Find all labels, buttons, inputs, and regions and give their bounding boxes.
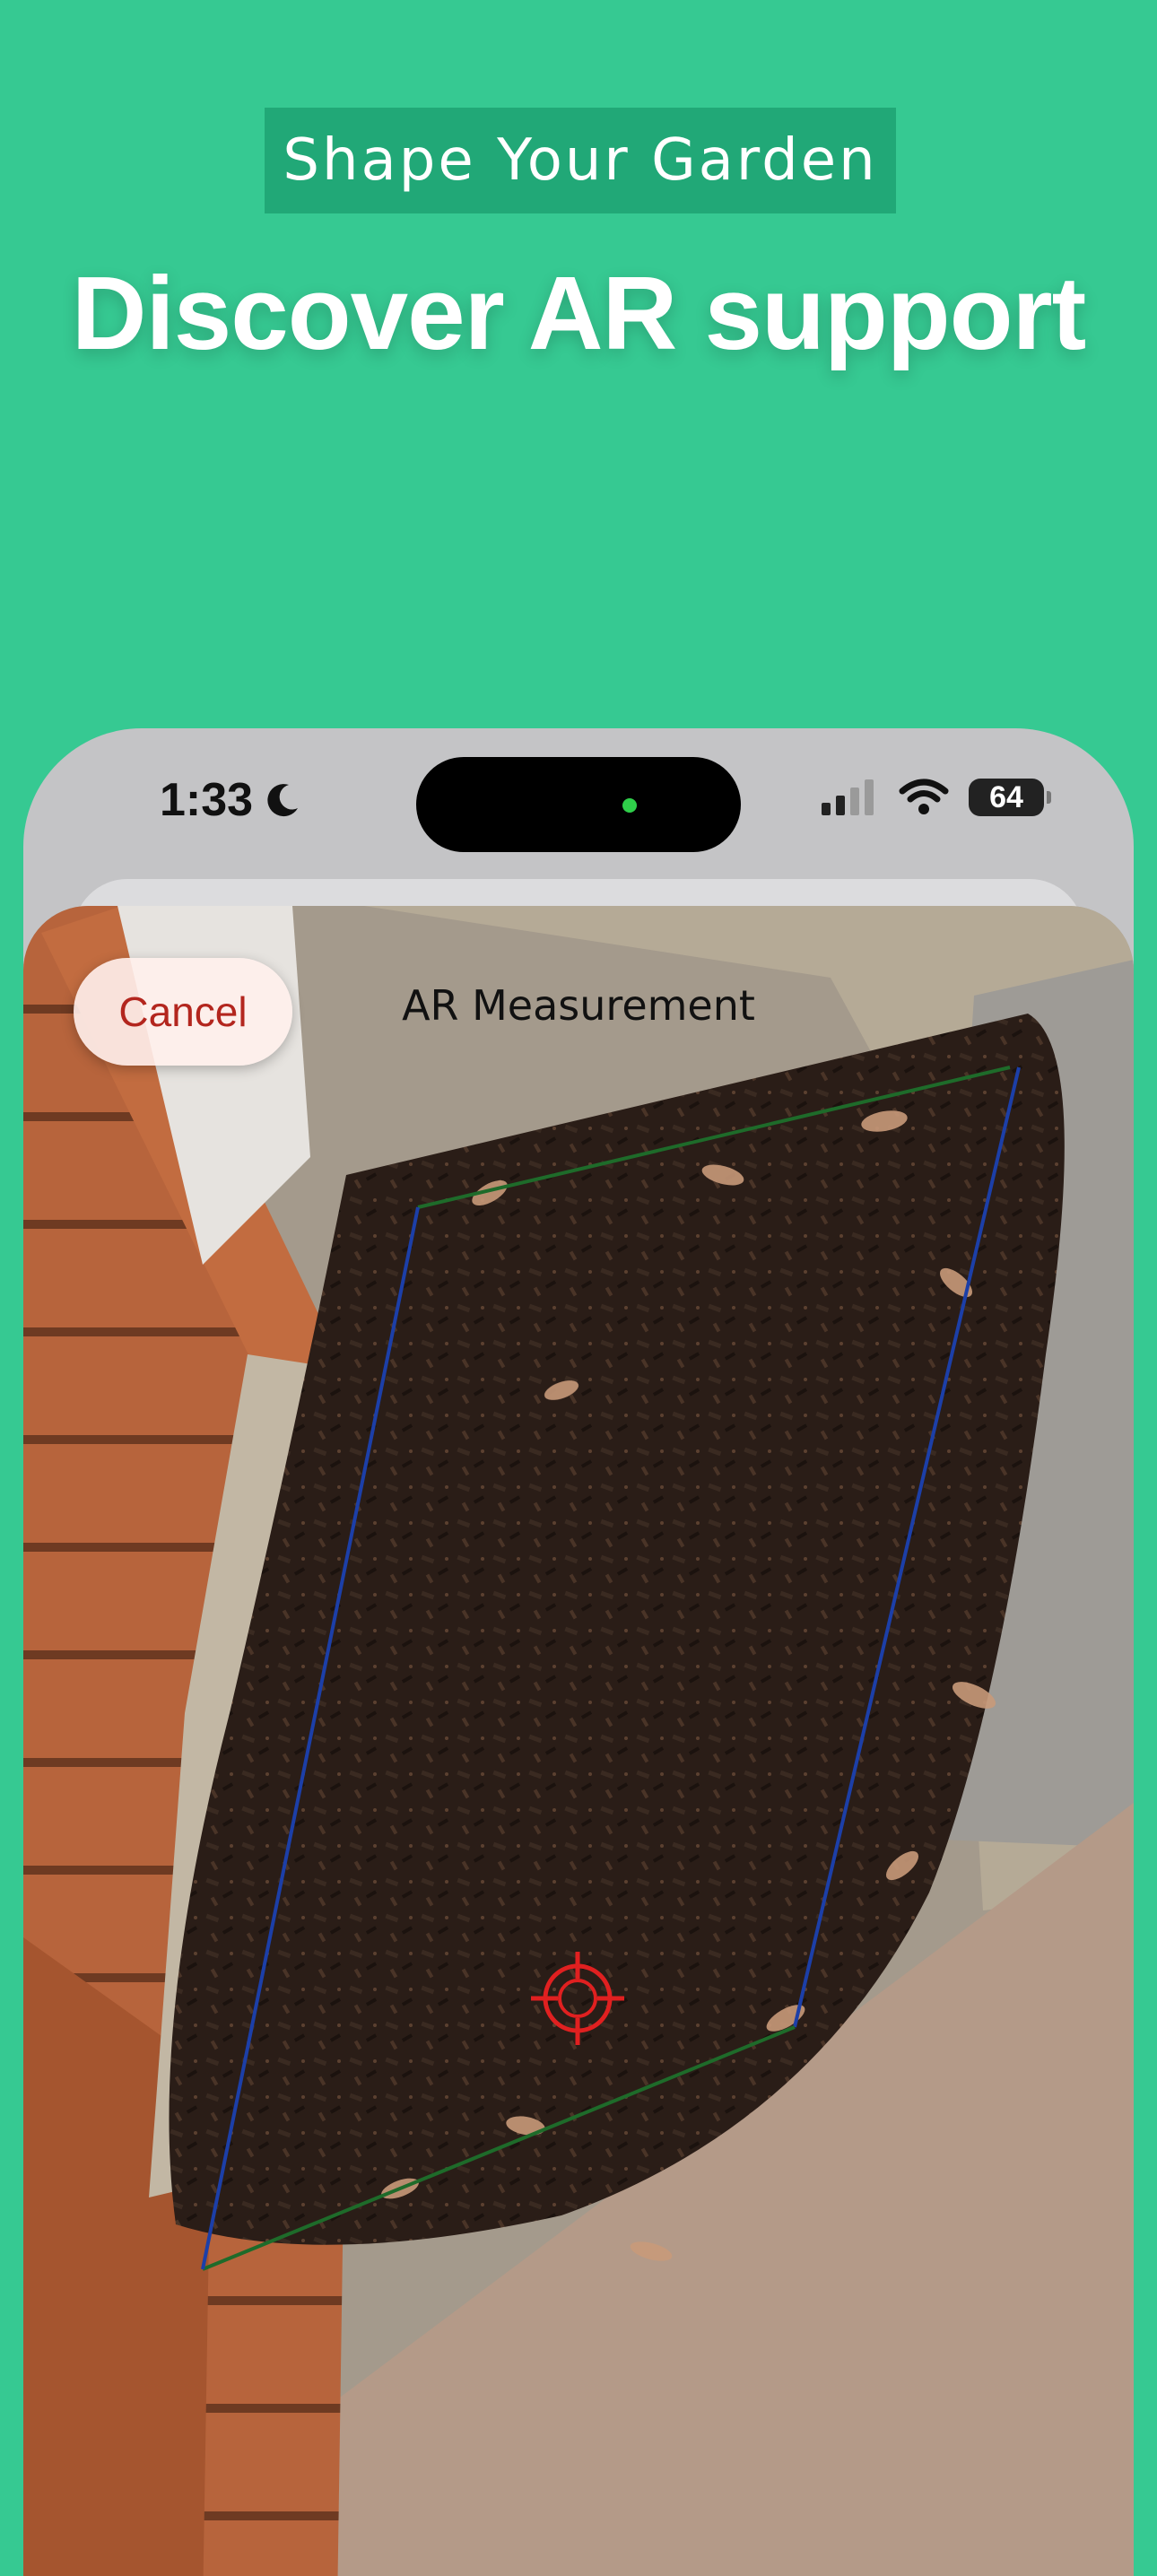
headline: Discover AR support [71,255,1086,371]
status-time: 1:33 [160,774,254,826]
ar-screen-title: AR Measurement [402,981,755,1030]
status-time-group: 1:33 [160,773,303,827]
phone-mockup: 1:33 64 Cancel AR Measurement [23,728,1134,2576]
ar-camera-view[interactable] [23,906,1134,2576]
cellular-signal-icon [822,779,874,815]
wifi-icon [899,779,949,814]
battery-indicator: 64 [969,779,1051,816]
status-bar: 1:33 64 [23,728,1134,881]
camera-scene [23,906,1134,2576]
status-icons: 64 [822,779,1051,816]
camera-indicator-dot [622,798,637,813]
tagline-badge: Shape Your Garden [265,108,896,213]
dynamic-island [416,757,741,852]
moon-icon [267,784,299,817]
battery-level: 64 [989,779,1023,814]
